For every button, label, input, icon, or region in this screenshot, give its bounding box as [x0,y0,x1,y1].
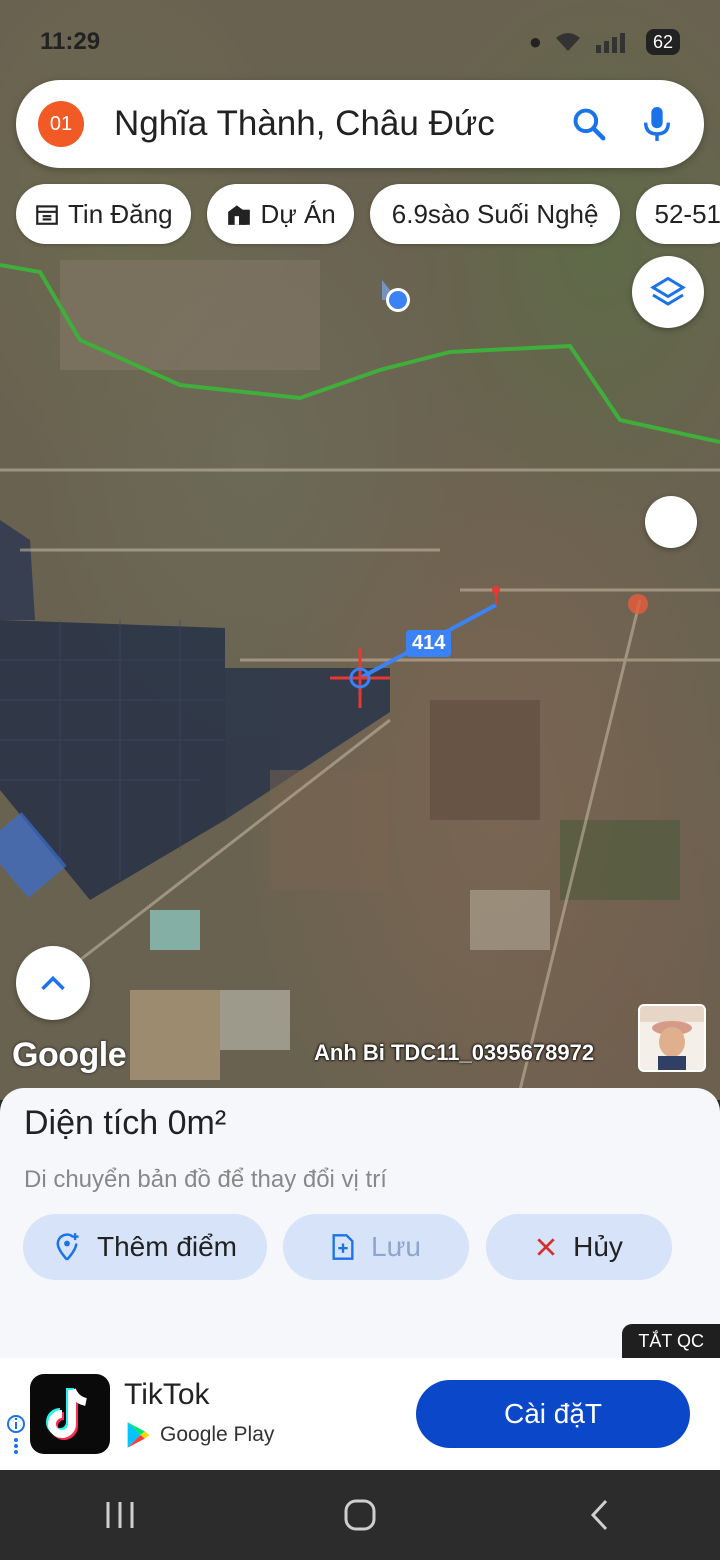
expand-panel-button[interactable] [16,946,90,1020]
search-query[interactable]: Nghĩa Thành, Châu Đức [114,104,546,144]
home-icon [344,1499,376,1531]
ad-info-icon[interactable] [6,1414,26,1454]
search-bar[interactable]: 01 Nghĩa Thành, Châu Đức [16,80,704,168]
status-bar: 11:29 ● 62 [40,22,680,62]
chip-du-an[interactable]: Dự Án [206,184,354,244]
chevron-up-icon [41,975,65,991]
search-icon [573,108,606,141]
close-icon [537,1238,555,1256]
map-control-button[interactable] [645,496,697,548]
distance-label: 414 [406,630,452,657]
chip-tin-dang[interactable]: Tin Đăng [16,184,191,244]
tiktok-logo [30,1374,110,1454]
signal-icon [596,33,625,53]
voice-search-button[interactable] [632,99,682,149]
system-nav-bar [0,1470,720,1560]
google-play-icon [127,1422,150,1448]
back-button[interactable] [560,1485,640,1545]
status-time: 11:29 [40,28,101,55]
google-logo: Google [12,1036,127,1074]
add-file-icon [332,1234,354,1260]
location-badge: 01 [38,101,84,147]
recent-apps-button[interactable] [80,1485,160,1545]
add-location-icon [56,1233,79,1261]
area-title: Diện tích 0m² [24,1104,227,1142]
ad-store: Google Play [124,1420,274,1450]
calendar-icon [36,205,58,225]
microphone-icon [643,107,671,141]
avatar[interactable] [638,1004,706,1072]
chip-saved-area-2[interactable]: 52-51 [636,184,720,244]
add-point-button[interactable]: Thêm điểm [23,1214,267,1280]
install-button[interactable]: Cài đặT [416,1380,690,1448]
home-button[interactable] [320,1485,400,1545]
building-icon [227,205,250,225]
layers-icon [650,276,686,306]
search-button[interactable] [564,99,614,149]
wifi-icon [556,33,580,51]
filter-chips: Tin Đăng Dự Án 6.9sào Suối Nghệ 52-51 [16,184,720,244]
hint-text: Di chuyển bản đồ để thay đổi vị trí [24,1166,387,1193]
save-button[interactable]: Lưu [283,1214,469,1280]
cancel-button[interactable]: Hủy [486,1214,672,1280]
measurement-panel: Diện tích 0m² Di chuyển bản đồ để thay đ… [0,1088,720,1358]
ad-banner[interactable]: TikTok Google Play Cài đặT [0,1358,720,1470]
chip-saved-area[interactable]: 6.9sào Suối Nghệ [369,184,621,244]
layers-button[interactable] [632,256,704,328]
watermark-text: Anh Bi TDC11_0395678972 [314,1040,595,1065]
close-ad-button[interactable]: TẮT QC [622,1324,720,1358]
recent-apps-icon [106,1502,134,1528]
battery-indicator: 62 [646,29,680,55]
back-icon [590,1499,608,1531]
ad-app-name: TikTok [124,1378,210,1411]
location-icon: ● [528,29,542,54]
